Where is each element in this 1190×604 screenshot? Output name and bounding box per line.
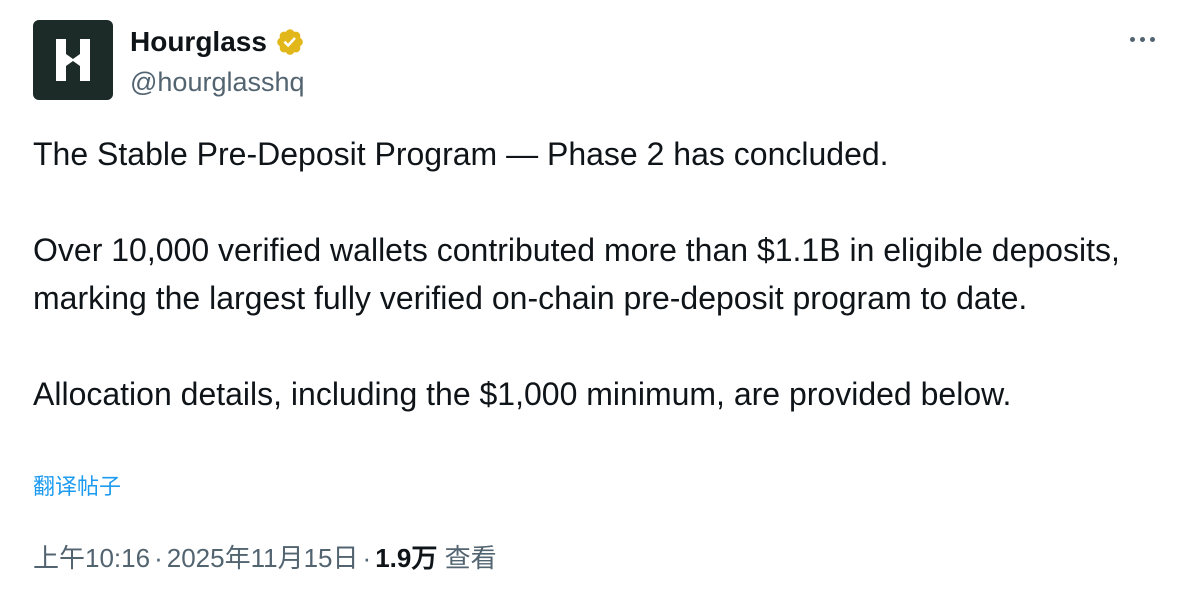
tweet-meta: 上午10:16 · 2025年11月15日 · 1.9万 查看 [33,540,497,576]
more-dot [1129,36,1135,42]
views-count[interactable]: 1.9万 [375,543,437,573]
author-names: Hourglass @hourglasshq [130,24,305,100]
tweet-date[interactable]: 2025年11月15日 [167,543,359,573]
more-options-icon[interactable] [1122,24,1162,54]
avatar[interactable] [33,20,113,100]
name-row: Hourglass [130,24,305,60]
translate-post-link[interactable]: 翻译帖子 [33,472,121,502]
meta-separator: · [154,543,163,573]
more-dot [1139,36,1145,42]
display-name[interactable]: Hourglass [130,24,267,60]
tweet-text: The Stable Pre-Deposit Program — Phase 2… [33,130,1143,418]
more-dot [1149,36,1155,42]
tweet-paragraph: Over 10,000 verified wallets contributed… [33,232,1120,316]
meta-separator: · [362,543,372,573]
verified-badge-icon[interactable] [275,27,305,57]
tweet-paragraph: The Stable Pre-Deposit Program — Phase 2… [33,136,889,172]
tweet-paragraph: Allocation details, including the $1,000… [33,376,1012,412]
author-handle[interactable]: @hourglasshq [130,64,305,100]
tweet-card: Hourglass @hourglasshq The Stable Pre-De… [0,0,1190,604]
tweet-header: Hourglass @hourglasshq [33,20,305,102]
views-label[interactable]: 查看 [445,543,497,573]
tweet-time[interactable]: 上午10:16 [33,543,150,573]
hourglass-logo-icon [56,39,90,81]
